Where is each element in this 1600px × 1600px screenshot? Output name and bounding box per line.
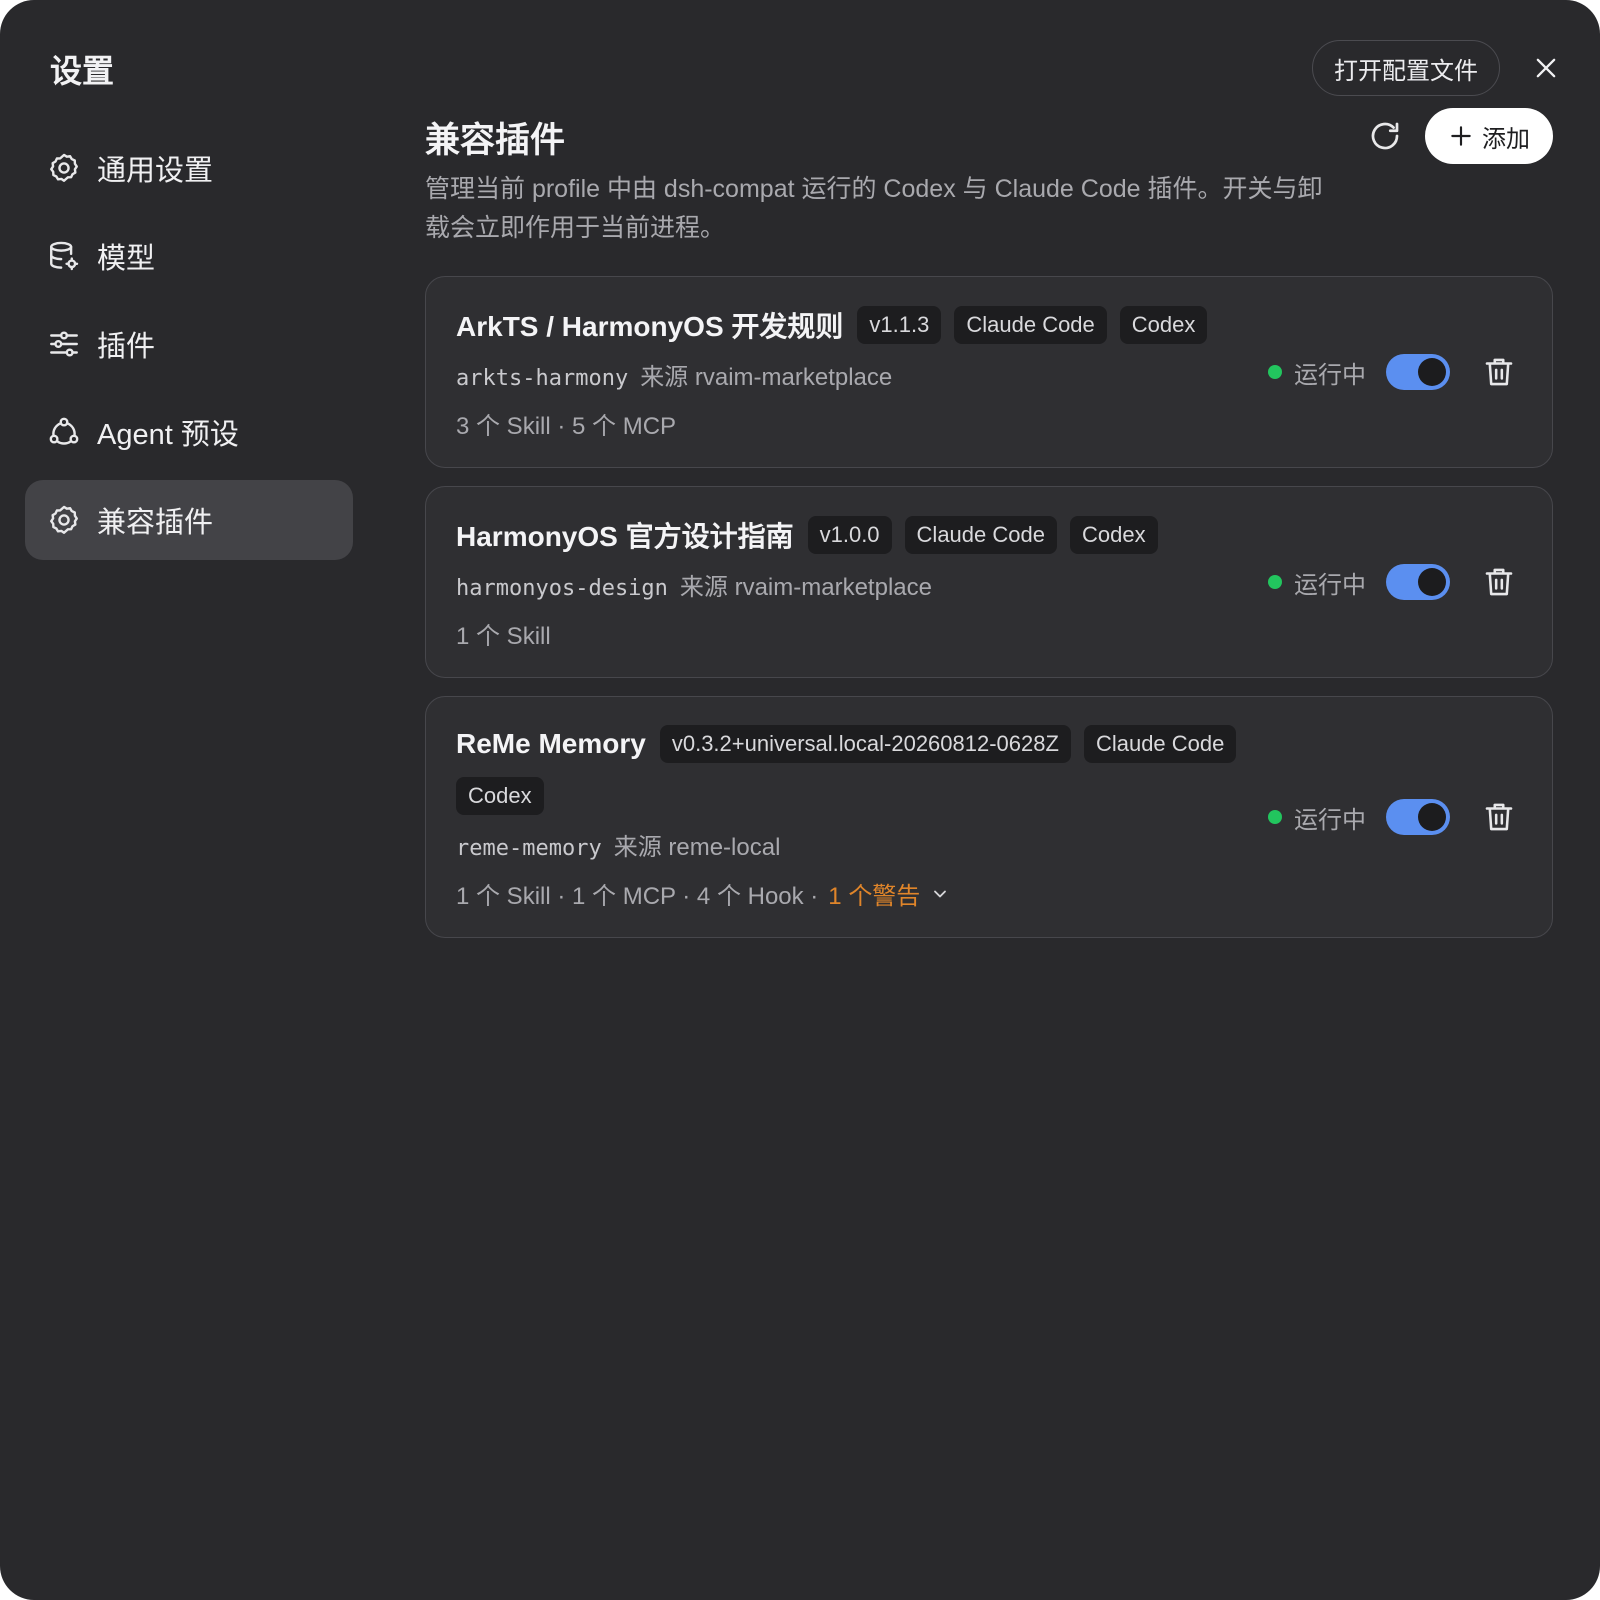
- sliders-icon: [50, 331, 78, 357]
- sidebar-item-general[interactable]: 通用设置: [25, 128, 353, 208]
- agent-network-icon: [49, 417, 79, 445]
- page-title: 兼容插件: [425, 121, 566, 160]
- status-text: 运行中: [1294, 806, 1366, 834]
- sidebar-item-models[interactable]: 模型: [25, 216, 353, 296]
- refresh-icon: [1371, 122, 1399, 150]
- trash-icon[interactable]: [1482, 565, 1516, 599]
- sidebar-item-label: 插件: [97, 331, 156, 363]
- enable-toggle[interactable]: [1386, 354, 1450, 390]
- sidebar-item-plugins[interactable]: 插件: [25, 304, 353, 384]
- enable-toggle[interactable]: [1386, 564, 1450, 600]
- plugin-card: HarmonyOS 官方设计指南 v1.0.0 Claude Code Code…: [425, 486, 1553, 678]
- warning-toggle[interactable]: 1 个警告: [828, 876, 950, 911]
- plugin-id: arkts-harmony: [456, 366, 629, 391]
- page-description: 管理当前 profile 中由 dsh-compat 运行的 Codex 与 C…: [425, 175, 1323, 242]
- sidebar-item-compat-plugins[interactable]: 兼容插件: [25, 480, 353, 560]
- refresh-button[interactable]: [1365, 116, 1405, 156]
- plugin-id: harmonyos-design: [456, 576, 668, 601]
- status-text: 运行中: [1294, 361, 1366, 389]
- status-dot: [1268, 365, 1282, 379]
- sidebar-item-agent-presets[interactable]: Agent 预设: [25, 392, 353, 472]
- plugin-card: ArkTS / HarmonyOS 开发规则 v1.1.3 Claude Cod…: [425, 276, 1553, 468]
- gear-icon: [50, 505, 78, 534]
- plugin-card: ReMe Memory v0.3.2+universal.local-20260…: [425, 696, 1553, 938]
- plugin-name: ReMe Memory: [456, 728, 646, 759]
- tag-badge: Codex: [1119, 306, 1208, 344]
- warning-text: 1 个警告: [828, 883, 921, 910]
- plugin-source: 来源 reme-local: [613, 834, 781, 861]
- version-badge: v1.0.0: [807, 516, 892, 554]
- tag-badge: Codex: [456, 777, 544, 815]
- window-title: 设置: [50, 53, 115, 89]
- status-dot: [1268, 575, 1282, 589]
- enable-toggle[interactable]: [1386, 799, 1450, 835]
- version-badge: v0.3.2+universal.local-20260812-0628Z: [659, 725, 1071, 763]
- plugin-stats: 1 个 Skill · 1 个 MCP · 4 个 Hook ·: [456, 883, 819, 910]
- add-button-label: 添加: [1482, 125, 1530, 153]
- plugin-stats: 1 个 Skill: [456, 623, 551, 650]
- close-icon: [1536, 58, 1556, 78]
- toggle-knob: [1418, 568, 1446, 596]
- sidebar-item-label: 兼容插件: [97, 507, 214, 539]
- database-gear-icon: [50, 241, 79, 271]
- gear-icon: [50, 153, 78, 182]
- plus-icon: [1451, 126, 1471, 146]
- plugin-id: reme-memory: [456, 836, 602, 861]
- sidebar-item-label: 通用设置: [97, 155, 214, 187]
- chevron-down-icon: [934, 890, 947, 897]
- toggle-knob: [1418, 358, 1446, 386]
- tag-badge: Claude Code: [954, 306, 1107, 344]
- settings-window: 设置 打开配置文件 通用设置 模型 插件 Agent 预设 兼容插件 兼容插件 …: [0, 0, 1600, 1600]
- trash-icon[interactable]: [1482, 800, 1516, 834]
- status-dot: [1268, 810, 1282, 824]
- plugin-name: HarmonyOS 官方设计指南: [456, 521, 794, 552]
- plugin-list: ArkTS / HarmonyOS 开发规则 v1.1.3 Claude Cod…: [425, 276, 1553, 956]
- sidebar-item-label: 模型: [97, 243, 156, 275]
- toggle-knob: [1418, 803, 1446, 831]
- status-text: 运行中: [1294, 571, 1366, 599]
- tag-badge: Claude Code: [904, 516, 1057, 554]
- plugin-source: 来源 rvaim-marketplace: [640, 364, 893, 391]
- version-badge: v1.1.3: [857, 306, 942, 344]
- trash-icon[interactable]: [1482, 355, 1516, 389]
- tag-badge: Codex: [1069, 516, 1158, 554]
- close-button[interactable]: [1526, 48, 1566, 88]
- add-button[interactable]: 添加: [1425, 108, 1553, 164]
- sidebar: 通用设置 模型 插件 Agent 预设 兼容插件: [25, 128, 353, 568]
- plugin-name: ArkTS / HarmonyOS 开发规则: [456, 311, 844, 342]
- plugin-stats: 3 个 Skill · 5 个 MCP: [456, 413, 677, 440]
- open-config-button[interactable]: 打开配置文件: [1312, 40, 1500, 96]
- tag-badge: Claude Code: [1083, 725, 1237, 763]
- sidebar-item-label: Agent 预设: [97, 419, 239, 451]
- plugin-source: 来源 rvaim-marketplace: [679, 574, 932, 601]
